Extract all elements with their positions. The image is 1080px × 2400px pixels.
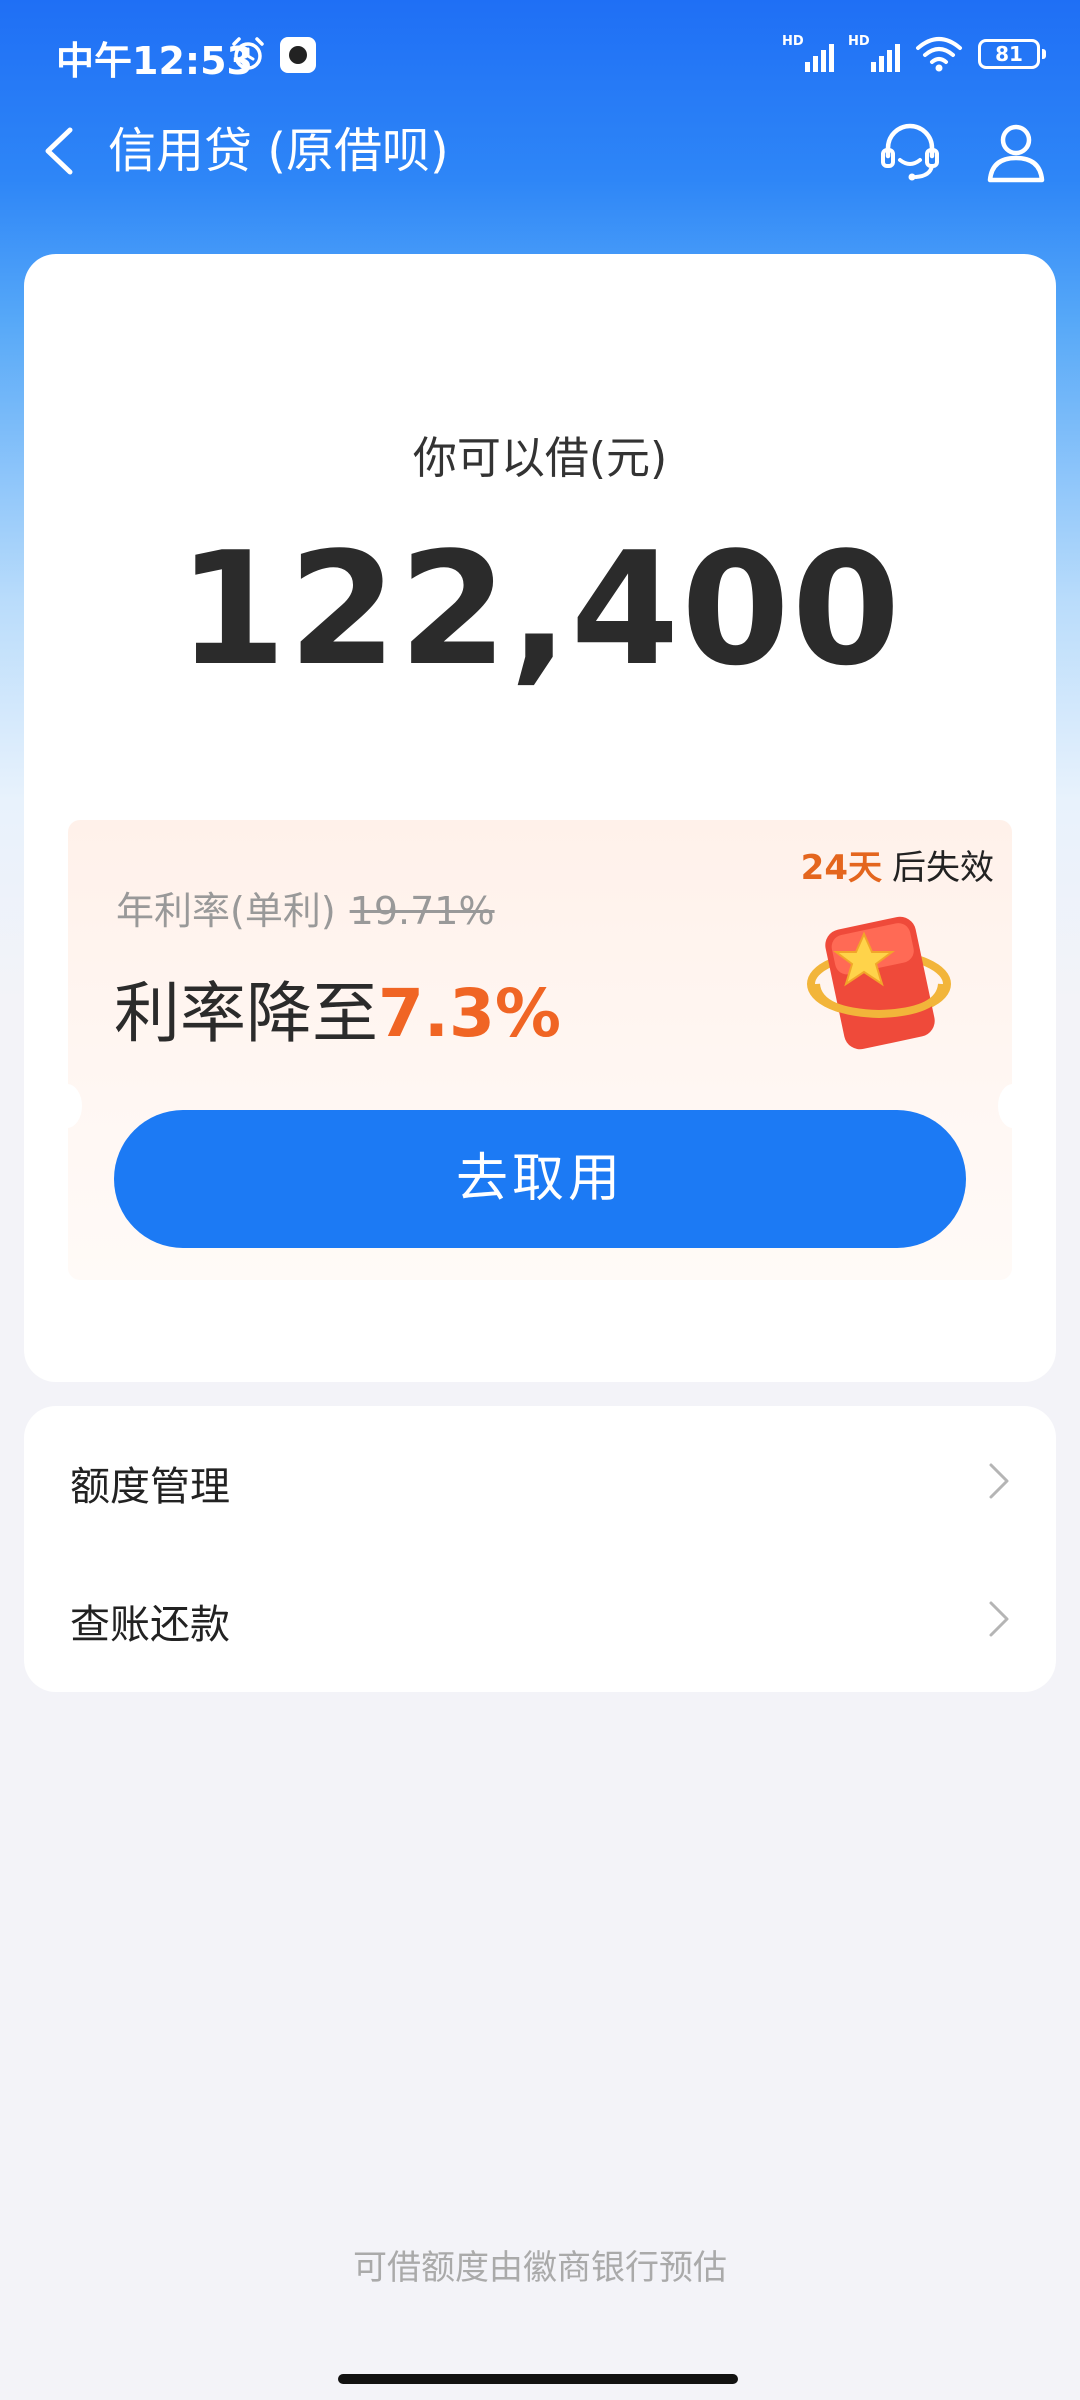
discounted-rate-value: 7.3%	[378, 975, 562, 1052]
menu-item-label: 额度管理	[70, 1464, 230, 1510]
loan-amount: 122,400	[177, 518, 903, 700]
signal-icon: HD	[782, 34, 834, 74]
coupon-notch-left	[68, 1084, 82, 1128]
discounted-rate: 利率降至7.3%	[114, 960, 561, 1056]
original-rate-value: 19.71%	[349, 889, 495, 933]
alarm-icon	[232, 37, 264, 70]
red-packet-icon	[807, 916, 951, 1050]
user-icon[interactable]	[982, 118, 1050, 186]
signal-icon: HD	[848, 34, 900, 74]
headset-icon[interactable]	[876, 118, 944, 186]
menu-card: 额度管理 查账还款	[24, 1406, 1056, 1692]
signal-hd-label: HD	[782, 34, 804, 49]
menu-item-label: 查账还款	[70, 1602, 230, 1648]
signal-hd-label: HD	[848, 34, 870, 49]
expiry-days: 24天	[800, 848, 882, 888]
chevron-right-icon	[989, 1601, 1009, 1637]
coupon-expiry: 24天 后失效	[801, 840, 994, 889]
rate-coupon: 24天 后失效 年利率(单利) 19.71% 利率降至7.3% 去取用	[68, 820, 1012, 1280]
status-time: 中午12:53	[56, 39, 253, 83]
original-rate-label: 年利率(单利)	[116, 889, 336, 933]
menu-item-credit-management[interactable]: 额度管理	[24, 1412, 1056, 1550]
app-notification-icon	[280, 37, 316, 73]
loan-card: 你可以借(元) 122,400 24天 后失效 年利率(单利) 19.71% 利率降…	[24, 254, 1056, 1382]
discounted-rate-prefix: 利率降至	[114, 975, 378, 1052]
claim-coupon-button[interactable]: 去取用	[114, 1110, 966, 1248]
original-rate: 年利率(单利) 19.71%	[116, 880, 495, 935]
borrow-label: 你可以借(元)	[412, 433, 668, 484]
menu-item-billing-repayment[interactable]: 查账还款	[24, 1550, 1056, 1688]
page-title: 信用贷 (原借呗)	[108, 123, 449, 179]
coupon-notch-right	[998, 1084, 1012, 1128]
status-bar: 中午12:53 HD HD 81	[0, 0, 1080, 110]
expiry-suffix: 后失效	[892, 848, 994, 888]
footer-note: 可借额度由徽商银行预估	[353, 2248, 727, 2288]
chevron-right-icon	[989, 1463, 1009, 1499]
battery-icon: 81	[978, 39, 1046, 69]
home-indicator[interactable]	[338, 2374, 738, 2384]
wifi-icon	[916, 37, 962, 72]
back-chevron-icon[interactable]	[30, 116, 90, 186]
status-indicators: HD HD 81	[782, 34, 1046, 74]
